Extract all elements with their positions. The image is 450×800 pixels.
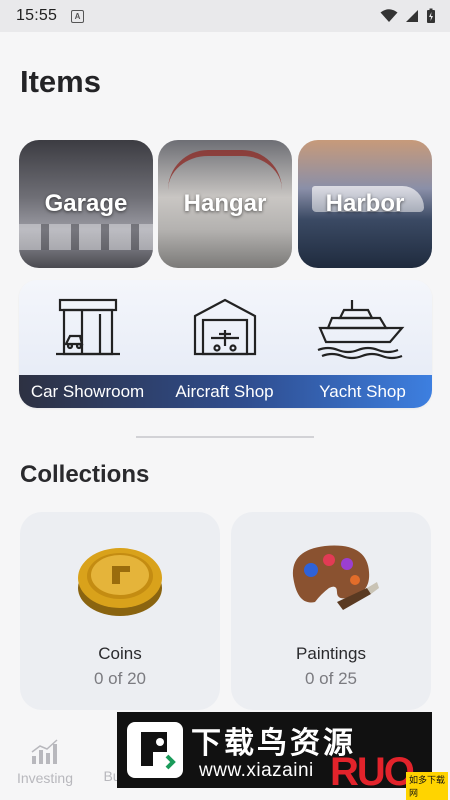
status-icons (380, 8, 436, 24)
car-showroom-icon (55, 298, 120, 356)
ruo-logo: RUO 如多下载网 (328, 746, 448, 800)
garage-label: Garage (44, 190, 128, 217)
gold-coin-icon (78, 548, 162, 616)
nav-investing[interactable]: Investing (14, 738, 76, 786)
ruo-logo-text: RUO (330, 750, 415, 794)
signal-icon (406, 10, 418, 22)
paintings-count: 0 of 25 (305, 669, 357, 688)
status-time: 15:55 (16, 7, 58, 24)
garage-card[interactable]: Garage (19, 140, 153, 268)
hangar-label: Hangar (183, 190, 267, 217)
paintings-card[interactable]: Paintings 0 of 25 (231, 512, 431, 710)
bar-chart-icon (31, 739, 58, 764)
items-title: Items (20, 64, 101, 99)
nav-investing-label: Investing (16, 770, 74, 786)
shop-labels-bar: Car Showroom Aircraft Shop Yacht Shop (19, 375, 432, 408)
notification-a-icon: A (71, 9, 85, 23)
harbor-card[interactable]: Harbor (298, 140, 432, 268)
aircraft-hangar-icon (193, 298, 256, 356)
paintings-name: Paintings (296, 644, 366, 663)
car-showroom-label: Car Showroom (30, 382, 145, 401)
coins-count: 0 of 20 (94, 669, 146, 688)
watermark-logo-icon (127, 722, 183, 778)
aircraft-shop-label: Aircraft Shop (175, 382, 274, 401)
watermark-url: www.xiazaini (199, 760, 314, 781)
yacht-icon (317, 300, 404, 360)
ruo-logo-sub: 如多下载网 (406, 772, 448, 800)
section-divider (136, 436, 314, 438)
status-bar: 15:55 A (0, 0, 450, 32)
coins-name: Coins (98, 644, 142, 663)
battery-icon (427, 8, 435, 23)
collections-title: Collections (20, 461, 150, 488)
hangar-card[interactable]: Hangar (158, 140, 292, 268)
coins-card[interactable]: Coins 0 of 20 (20, 512, 220, 710)
yacht-shop-label: Yacht Shop (319, 382, 406, 401)
wifi-icon (380, 9, 398, 22)
shop-strip: Car Showroom Aircraft Shop Yacht Shop (19, 280, 432, 408)
harbor-label: Harbor (325, 190, 405, 217)
paint-palette-icon (292, 545, 379, 610)
